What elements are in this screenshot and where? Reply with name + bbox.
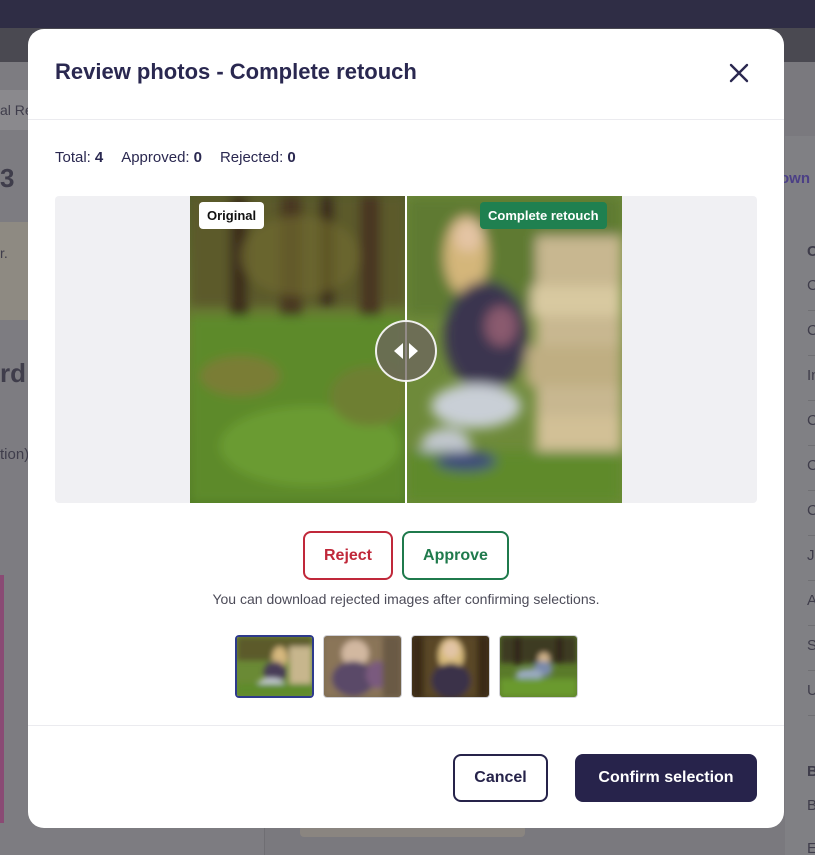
before-after-slider[interactable]: Original Complete retouch <box>190 196 622 503</box>
modal-footer: Cancel Confirm selection <box>28 725 784 828</box>
modal-title: Review photos - Complete retouch <box>55 59 417 84</box>
app-right-list-item: C <box>807 502 815 519</box>
stat-rejected: Rejected: 0 <box>220 149 296 166</box>
app-left-heading: 3 <box>0 163 15 193</box>
app-right-divider <box>808 355 815 356</box>
app-left-title: rd <box>0 358 26 388</box>
app-left-notice-card <box>0 222 30 320</box>
thumbnail-4[interactable] <box>499 635 578 698</box>
app-right-section-heading-2: B <box>807 763 815 780</box>
app-right-divider <box>808 445 815 446</box>
slider-handle[interactable] <box>375 320 437 382</box>
retouched-photo <box>406 196 622 503</box>
cancel-button[interactable]: Cancel <box>453 754 548 802</box>
app-right-section-heading: C <box>807 243 815 260</box>
original-tag: Original <box>199 202 265 229</box>
stat-rejected-value: 0 <box>287 149 296 166</box>
modal-header: Review photos - Complete retouch <box>28 29 784 120</box>
review-photos-modal: Review photos - Complete retouch Total: 4… <box>28 29 784 828</box>
app-right-list-item: S <box>807 637 815 654</box>
close-button[interactable] <box>725 59 753 87</box>
confirm-selection-button[interactable]: Confirm selection <box>575 754 757 802</box>
retouch-tag: Complete retouch <box>480 202 607 229</box>
app-right-list-item: C <box>807 412 815 429</box>
app-left-subtext: tion) <box>0 446 30 463</box>
reject-button[interactable]: Reject <box>303 531 393 580</box>
app-right-divider <box>808 400 815 401</box>
app-right-divider <box>808 670 815 671</box>
thumbnail-2[interactable] <box>323 635 402 698</box>
app-right-list-item: J <box>807 547 815 564</box>
app-right-list-item: U <box>807 682 815 699</box>
thumbnail-1[interactable] <box>235 635 314 698</box>
app-right-download-link: own <box>780 170 810 187</box>
app-right-list-item: C <box>807 457 815 474</box>
app-right-list-item: C <box>807 277 815 294</box>
app-left-image-edge <box>0 575 4 823</box>
thumbnail-image <box>412 636 489 697</box>
app-right-list-item: In <box>807 367 815 384</box>
app-top-bar <box>0 0 815 28</box>
stat-approved-value: 0 <box>193 149 202 166</box>
app-right-list-item: C <box>807 322 815 339</box>
stat-total: Total: 4 <box>55 149 103 166</box>
approve-button[interactable]: Approve <box>402 531 509 580</box>
download-hint: You can download rejected images after c… <box>212 591 600 607</box>
app-right-divider <box>808 625 815 626</box>
thumbnail-3[interactable] <box>411 635 490 698</box>
app-right-divider <box>808 580 815 581</box>
stat-total-label: Total: <box>55 149 91 166</box>
app-right-list-item: B <box>807 797 815 814</box>
thumbnail-image <box>324 636 401 697</box>
app-right-divider <box>808 490 815 491</box>
stat-approved: Approved: 0 <box>121 149 202 166</box>
review-stats: Total: 4 Approved: 0 Rejected: 0 <box>55 149 296 166</box>
app-right-divider <box>808 310 815 311</box>
app-right-divider <box>808 535 815 536</box>
app-right-list-item: E <box>807 840 815 855</box>
app-right-divider <box>808 715 815 716</box>
close-icon <box>729 63 749 83</box>
thumbnail-image <box>237 637 312 696</box>
original-photo <box>190 196 406 503</box>
stat-approved-label: Approved: <box>121 149 190 166</box>
thumbnail-image <box>500 636 577 697</box>
stat-rejected-label: Rejected: <box>219 149 284 166</box>
left-right-arrows-icon <box>394 343 418 359</box>
app-right-list-item: A <box>807 592 815 609</box>
app-left-notice-text: r. <box>0 245 8 261</box>
thumbnail-strip <box>235 635 578 698</box>
photo-compare-area: Original Complete retouch <box>55 196 757 503</box>
stat-total-value: 4 <box>94 149 104 166</box>
